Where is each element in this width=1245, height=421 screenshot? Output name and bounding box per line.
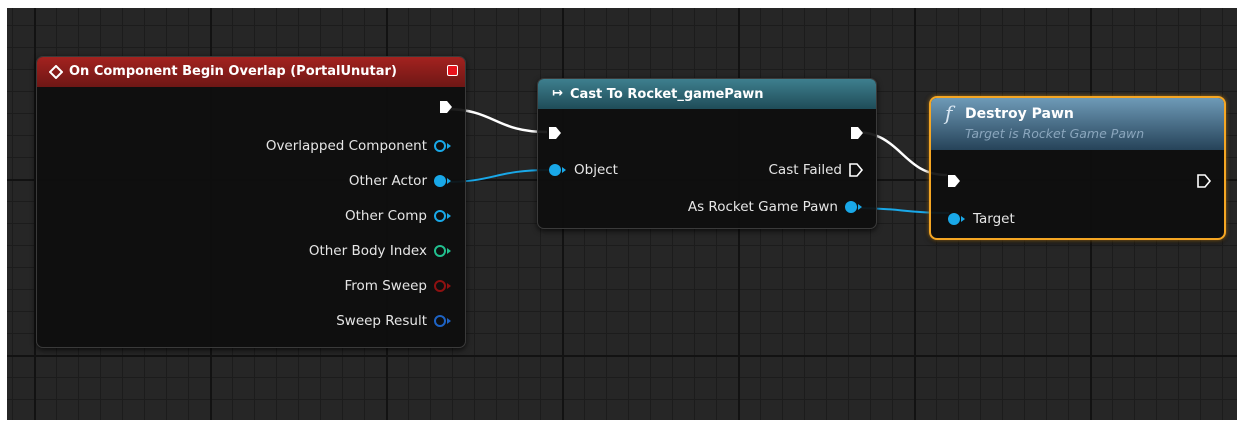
exec-pin-icon bbox=[948, 175, 960, 187]
pin-label: Target bbox=[973, 211, 1015, 227]
pin-other-comp[interactable]: Other Comp bbox=[345, 208, 453, 224]
pin-as-rocket-game-pawn[interactable]: As Rocket Game Pawn bbox=[688, 199, 864, 215]
integer-pin-icon bbox=[434, 245, 451, 257]
event-node-begin-overlap[interactable]: On Component Begin Overlap (PortalUnutar… bbox=[36, 56, 466, 348]
destroy-exec-out-pin[interactable] bbox=[1196, 173, 1212, 189]
exec-pin-icon bbox=[440, 101, 452, 113]
pin-label: Other Body Index bbox=[308, 243, 427, 259]
pin-other-actor[interactable]: Other Actor bbox=[349, 173, 453, 189]
pin-from-sweep[interactable]: From Sweep bbox=[344, 278, 453, 294]
pin-label: As Rocket Game Pawn bbox=[687, 199, 838, 215]
destroy-exec-in-pin[interactable] bbox=[947, 174, 961, 188]
exec-pin-hollow-icon bbox=[849, 163, 864, 177]
object-pin-hollow-icon bbox=[434, 210, 451, 222]
function-node-destroy-pawn[interactable]: f Destroy Pawn Target is Rocket Game Paw… bbox=[929, 96, 1226, 240]
function-icon: f bbox=[945, 101, 953, 125]
object-pin-filled-icon bbox=[549, 164, 566, 176]
pin-label: Cast Failed bbox=[768, 162, 843, 178]
pin-target[interactable]: Target bbox=[947, 211, 1015, 227]
event-exec-out-pin[interactable] bbox=[439, 100, 453, 114]
object-pin-filled-icon bbox=[845, 201, 862, 213]
pin-sweep-result[interactable]: Sweep Result bbox=[336, 313, 453, 329]
pin-label: Sweep Result bbox=[336, 313, 427, 329]
object-pin-hollow-icon bbox=[434, 140, 451, 152]
exec-pin-icon bbox=[549, 127, 561, 139]
function-node-header[interactable]: f Destroy Pawn Target is Rocket Game Paw… bbox=[931, 98, 1224, 150]
cast-exec-in-pin[interactable] bbox=[548, 126, 562, 140]
diamond-event-icon bbox=[49, 65, 63, 79]
object-pin-filled-icon bbox=[948, 213, 965, 225]
function-node-subtitle: Target is Rocket Game Pawn bbox=[965, 126, 1145, 141]
cast-node-title: Cast To Rocket_gamePawn bbox=[570, 87, 764, 102]
pin-label: Other Comp bbox=[344, 208, 427, 224]
pin-label: Overlapped Component bbox=[265, 138, 427, 154]
boolean-pin-icon bbox=[434, 280, 451, 292]
cast-arrow-icon: ↦ bbox=[552, 86, 563, 101]
cast-exec-out-pin[interactable] bbox=[850, 126, 864, 140]
event-node-header[interactable]: On Component Begin Overlap (PortalUnutar… bbox=[37, 57, 465, 87]
pin-overlapped-component[interactable]: Overlapped Component bbox=[266, 138, 453, 154]
exec-pin-icon bbox=[851, 127, 863, 139]
pin-label: Object bbox=[574, 162, 618, 178]
function-node-title: Destroy Pawn bbox=[965, 106, 1074, 122]
exec-pin-hollow-icon bbox=[1197, 174, 1212, 188]
pin-label: Other Actor bbox=[348, 173, 427, 189]
cast-node-header[interactable]: ↦ Cast To Rocket_gamePawn bbox=[538, 79, 876, 109]
pin-cast-failed[interactable]: Cast Failed bbox=[769, 162, 865, 178]
blueprint-graph-canvas[interactable]: On Component Begin Overlap (PortalUnutar… bbox=[7, 8, 1237, 420]
pin-label: From Sweep bbox=[344, 278, 427, 294]
stop-icon bbox=[447, 65, 458, 76]
cast-node-rocket-gamepawn[interactable]: ↦ Cast To Rocket_gamePawn Object Cast Fa… bbox=[537, 78, 877, 229]
struct-pin-icon bbox=[434, 315, 451, 327]
pin-other-body-index[interactable]: Other Body Index bbox=[309, 243, 453, 259]
event-node-title: On Component Begin Overlap (PortalUnutar… bbox=[69, 64, 397, 79]
pin-object-input[interactable]: Object bbox=[548, 162, 618, 178]
object-pin-filled-icon bbox=[434, 175, 451, 187]
